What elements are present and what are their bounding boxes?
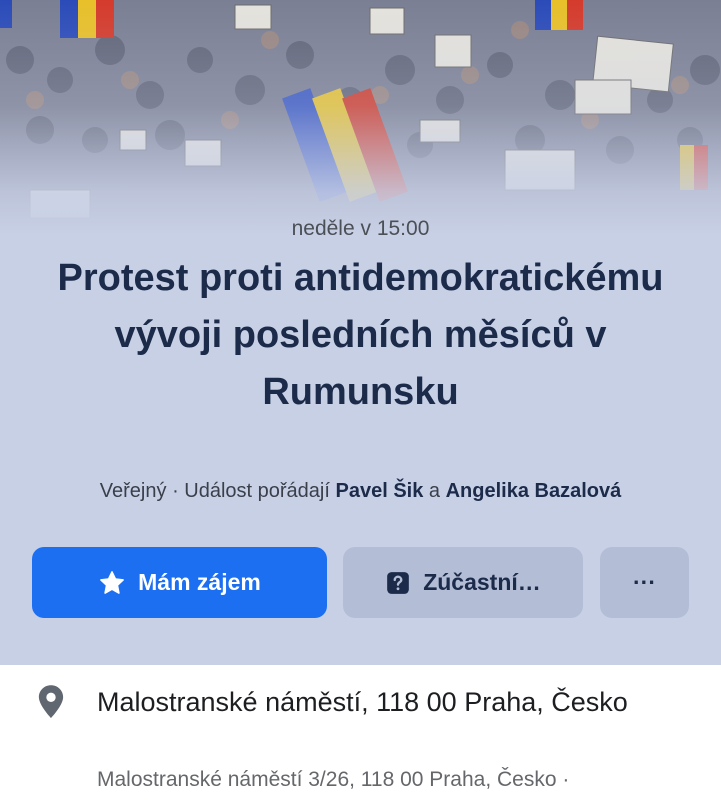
map-pin-icon <box>33 683 69 726</box>
location-address: Malostranské náměstí 3/26, 118 00 Praha,… <box>97 768 570 791</box>
organizer-conjunction: a <box>428 480 441 502</box>
event-privacy: Veřejný <box>99 480 167 502</box>
location-name[interactable]: Malostranské náměstí, 118 00 Praha, Česk… <box>97 684 697 721</box>
event-title: Protest proti antidemokratickému vývoji … <box>57 257 664 413</box>
cover-fade-overlay <box>0 0 721 235</box>
star-icon <box>98 569 126 597</box>
event-header: neděle v 15:00 Protest proti antidemokra… <box>0 0 721 665</box>
interested-label: Mám zájem <box>138 569 261 595</box>
organizer-link[interactable]: Angelika Bazalová <box>446 480 622 502</box>
meta-separator: · <box>172 480 185 502</box>
more-options-button[interactable]: ··· <box>600 547 689 618</box>
organizer-link[interactable]: Pavel Šik <box>336 480 424 502</box>
cover-photo[interactable] <box>0 0 721 235</box>
interested-button[interactable]: Mám zájem <box>32 547 327 618</box>
event-meta: Veřejný · Událost pořádají Pavel Šik a A… <box>0 480 721 503</box>
more-label: ··· <box>633 569 656 595</box>
question-icon <box>385 570 411 596</box>
going-button[interactable]: Zúčastní… <box>343 547 583 618</box>
going-label: Zúčastní… <box>423 569 541 595</box>
event-time: neděle v 15:00 <box>291 217 430 240</box>
organized-by-label: Událost pořádají <box>184 480 330 502</box>
